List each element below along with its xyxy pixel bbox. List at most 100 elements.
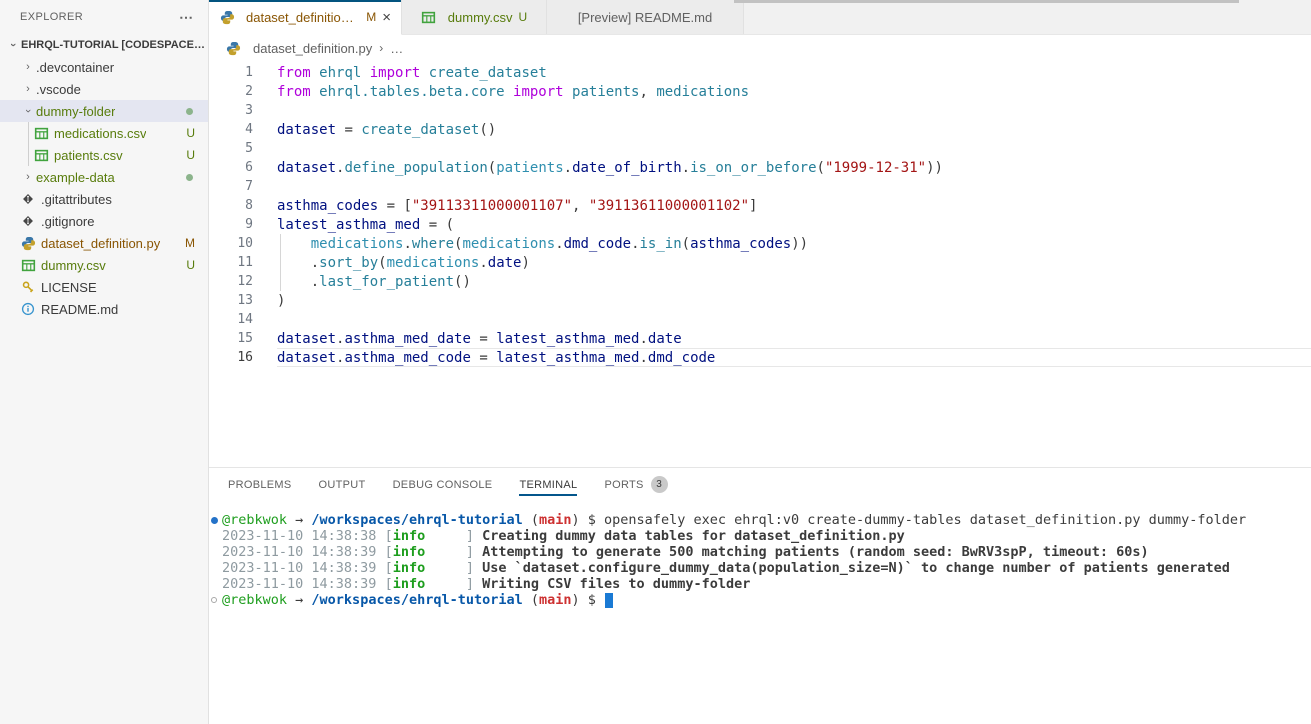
tab-label: dummy.csv xyxy=(448,10,513,25)
file-label: dataset_definition.py xyxy=(41,236,160,251)
line-number: 7 xyxy=(209,179,277,194)
panel-tab-bar: PROBLEMS OUTPUT DEBUG CONSOLE TERMINAL PORTS… xyxy=(209,468,1311,501)
terminal-line-4: 2023-11-10 14:38:39 [info ] Use `dataset… xyxy=(211,560,1311,576)
file-label: README.md xyxy=(41,302,118,317)
tab-dummy-csv[interactable]: dummy.csv U xyxy=(402,0,547,34)
code-line-5[interactable]: 5 xyxy=(209,139,1311,158)
panel-tab-ports[interactable]: PORTS3 xyxy=(604,468,667,501)
line-number: 9 xyxy=(209,217,277,232)
code-line-7[interactable]: 7 xyxy=(209,177,1311,196)
line-number: 11 xyxy=(209,255,277,270)
panel-tab-output[interactable]: OUTPUT xyxy=(319,468,366,501)
license-file-icon xyxy=(20,279,36,295)
code-text: latest_asthma_med = ( xyxy=(277,217,454,233)
code-line-15[interactable]: 15dataset.asthma_med_date = latest_asthm… xyxy=(209,329,1311,348)
breadcrumb-file[interactable]: dataset_definition.py xyxy=(253,41,372,56)
panel-tab-debug-console[interactable]: DEBUG CONSOLE xyxy=(393,468,493,501)
csv-file-icon xyxy=(33,147,49,163)
editor-group: dataset_definition.pyM× dummy.csv U [Previe… xyxy=(209,0,1311,724)
code-line-8[interactable]: 8asthma_codes = ["39113311000001107", "3… xyxy=(209,196,1311,215)
line-number: 16 xyxy=(209,350,277,365)
code-line-11[interactable]: 11 .sort_by(medications.date) xyxy=(209,253,1311,272)
terminal-cursor xyxy=(605,593,613,608)
breadcrumb-ellipsis[interactable]: … xyxy=(390,41,403,56)
bottom-panel: PROBLEMS OUTPUT DEBUG CONSOLE TERMINAL PORTS… xyxy=(209,467,1311,724)
file-label: medications.csv xyxy=(54,126,146,141)
code-line-4[interactable]: 4dataset = create_dataset() xyxy=(209,120,1311,139)
code-line-9[interactable]: 9latest_asthma_med = ( xyxy=(209,215,1311,234)
tab-label: dataset_definition.py xyxy=(246,10,360,25)
modified-children-dot xyxy=(186,174,193,181)
file-label: example-data xyxy=(36,170,115,185)
line-number: 12 xyxy=(209,274,277,289)
python-icon xyxy=(225,40,241,56)
code-line-2[interactable]: 2from ehrql.tables.beta.core import pati… xyxy=(209,82,1311,101)
command-pending-icon xyxy=(211,597,222,603)
tree-item-license[interactable]: LICENSE xyxy=(0,276,208,298)
code-line-16[interactable]: 16dataset.asthma_med_code = latest_asthm… xyxy=(209,348,1311,367)
more-actions-icon[interactable]: ⋯ xyxy=(179,9,194,26)
code-text: dataset = create_dataset() xyxy=(277,122,496,138)
tab-dataset-definition-py[interactable]: dataset_definition.pyM× xyxy=(209,0,402,35)
panel-tab-label: DEBUG CONSOLE xyxy=(393,479,493,491)
indent-guide xyxy=(28,144,29,166)
terminal[interactable]: @rebkwok → /workspaces/ehrql-tutorial (m… xyxy=(209,501,1311,724)
code-line-1[interactable]: 1from ehrql import create_dataset xyxy=(209,63,1311,82)
file-label: LICENSE xyxy=(41,280,97,295)
tree-item--vscode[interactable]: ›.vscode xyxy=(0,78,208,100)
command-success-icon xyxy=(211,517,222,524)
tab-dirty-badge: U xyxy=(519,10,528,24)
tree-item-dummy-csv[interactable]: dummy.csvU xyxy=(0,254,208,276)
workspace-root-folder[interactable]: › EHRQL-TUTORIAL [CODESPACES:... xyxy=(0,34,208,56)
code-line-10[interactable]: 10 medications.where(medications.dmd_cod… xyxy=(209,234,1311,253)
file-label: .gitignore xyxy=(41,214,94,229)
terminal-line-2: 2023-11-10 14:38:38 [info ] Creating dum… xyxy=(211,528,1311,544)
line-number: 2 xyxy=(209,84,277,99)
line-number: 3 xyxy=(209,103,277,118)
panel-tab-terminal[interactable]: TERMINAL xyxy=(519,468,577,501)
file-label: dummy.csv xyxy=(41,258,106,273)
python-file-icon xyxy=(219,9,235,25)
code-text: .sort_by(medications.date) xyxy=(277,255,530,271)
decoration-dot xyxy=(211,517,218,524)
file-label: patients.csv xyxy=(54,148,123,163)
tree-item-patients-csv[interactable]: patients.csv U xyxy=(0,144,208,166)
tab--preview-readme-md[interactable]: [Preview] README.md xyxy=(547,0,744,34)
code-line-14[interactable]: 14 xyxy=(209,310,1311,329)
tree-item-dummy-folder[interactable]: ›dummy-folder xyxy=(0,100,208,122)
indent-guide xyxy=(280,253,281,272)
panel-tab-label: PORTS xyxy=(604,479,643,491)
tree-item-dataset-definition-py[interactable]: dataset_definition.pyM xyxy=(0,232,208,254)
line-number: 6 xyxy=(209,160,277,175)
code-editor[interactable]: 1from ehrql import create_dataset2from e… xyxy=(209,61,1311,467)
terminal-line-3: 2023-11-10 14:38:39 [info ] Attempting t… xyxy=(211,544,1311,560)
indent-guide xyxy=(28,122,29,144)
chevron-down-icon: › xyxy=(22,103,34,119)
breadcrumb-separator-icon: › xyxy=(379,41,383,55)
tree-item--gitattributes[interactable]: .gitattributes xyxy=(0,188,208,210)
code-line-3[interactable]: 3 xyxy=(209,101,1311,120)
chevron-right-icon: › xyxy=(20,61,36,73)
git-status-badge: U xyxy=(186,148,195,162)
explorer-sidebar: EXPLORER ⋯ › EHRQL-TUTORIAL [CODESPACES:… xyxy=(0,0,209,724)
tree-item-medications-csv[interactable]: medications.csvU xyxy=(0,122,208,144)
chevron-right-icon: › xyxy=(20,171,36,183)
line-number: 13 xyxy=(209,293,277,308)
indent-guide xyxy=(280,234,281,253)
line-number: 1 xyxy=(209,65,277,80)
tree-item-example-data[interactable]: ›example-data xyxy=(0,166,208,188)
csv-file-icon xyxy=(421,9,437,25)
tree-item-readme-md[interactable]: README.md xyxy=(0,298,208,320)
close-icon[interactable]: × xyxy=(382,10,391,25)
code-line-6[interactable]: 6dataset.define_population(patients.date… xyxy=(209,158,1311,177)
breadcrumb[interactable]: dataset_definition.py › … xyxy=(209,35,1311,61)
file-label: dummy-folder xyxy=(36,104,115,119)
tree-item--devcontainer[interactable]: ›.devcontainer xyxy=(0,56,208,78)
code-line-13[interactable]: 13) xyxy=(209,291,1311,310)
tree-item--gitignore[interactable]: .gitignore xyxy=(0,210,208,232)
info-file-icon xyxy=(20,301,36,317)
code-line-12[interactable]: 12 .last_for_patient() xyxy=(209,272,1311,291)
tab-scrollbar[interactable] xyxy=(734,0,1239,3)
panel-tab-problems[interactable]: PROBLEMS xyxy=(228,468,292,501)
line-number: 4 xyxy=(209,122,277,137)
